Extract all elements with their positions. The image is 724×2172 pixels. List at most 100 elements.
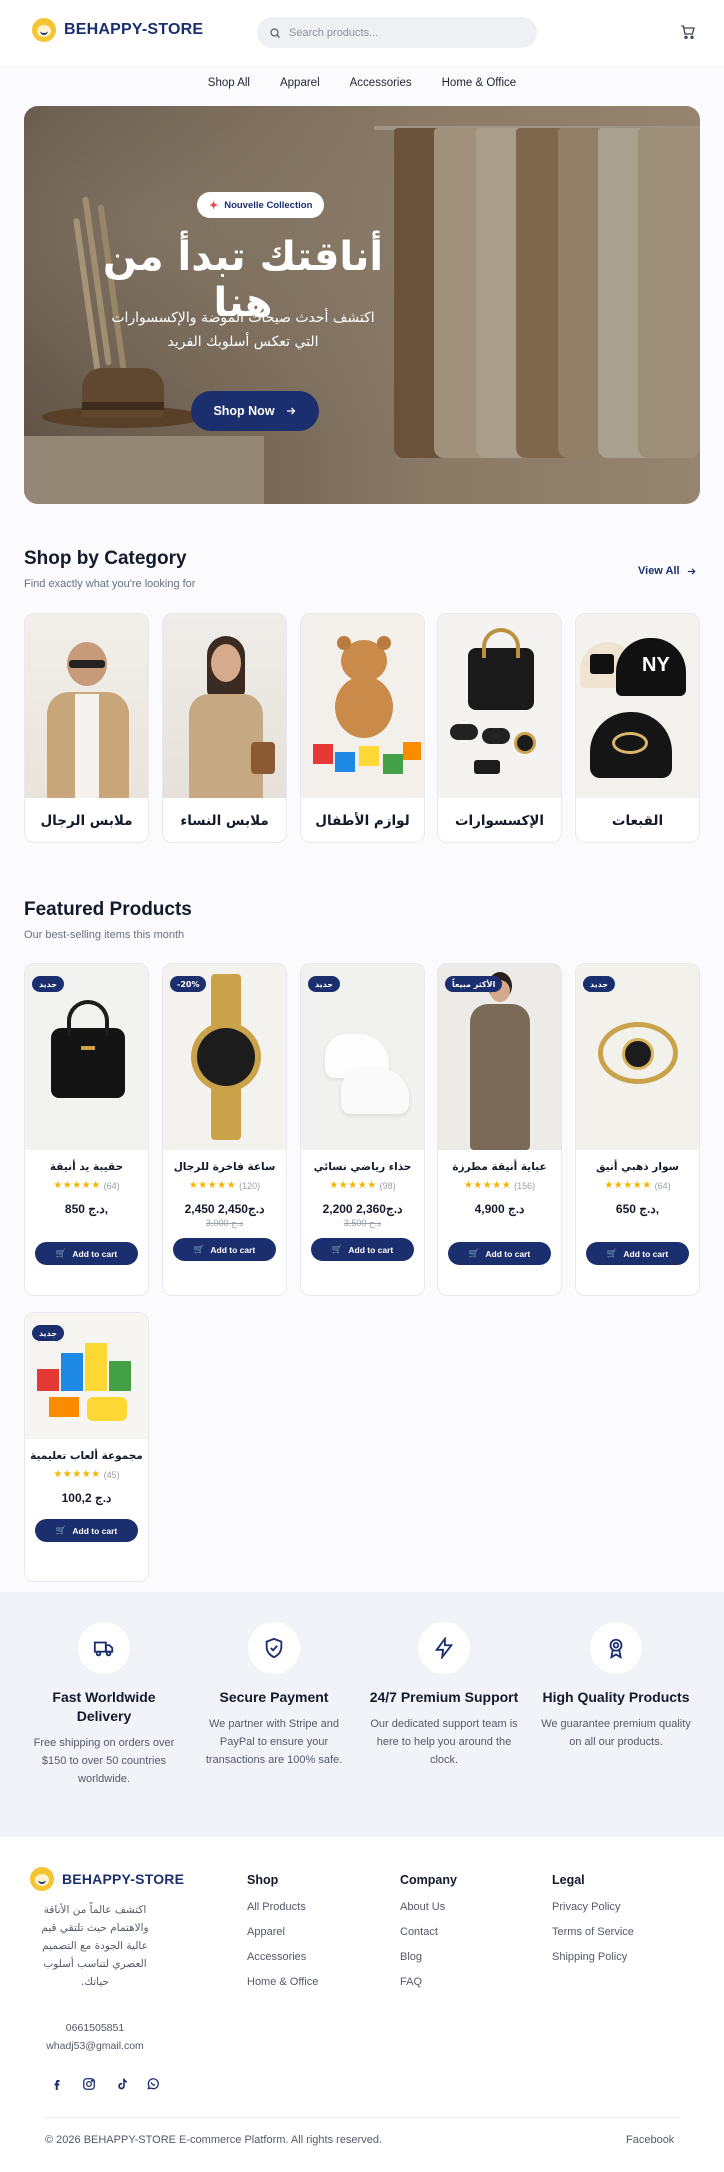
review-count: (45) <box>103 1469 120 1480</box>
star-rating-icon: ★★★★★ <box>53 1469 101 1480</box>
logo-link[interactable]: BEHAPPY-STORE <box>32 18 203 42</box>
product-name: سوار ذهبي أنيق <box>596 1161 679 1173</box>
cart-icon: 🛒 <box>193 1244 205 1254</box>
add-to-cart-button[interactable]: 🛒 Add to cart <box>448 1242 551 1265</box>
category-label: الإكسسوارات <box>454 813 545 829</box>
add-to-cart-button[interactable]: 🛒 Add to cart <box>311 1238 414 1261</box>
footer-company-column: Company About Us Contact Blog FAQ <box>400 1873 457 2001</box>
add-to-cart-label: Add to cart <box>485 1248 531 1259</box>
shield-check-icon <box>248 1622 300 1674</box>
whatsapp-icon[interactable] <box>144 2075 162 2093</box>
product-price: 4,900 د.ج <box>474 1202 525 1216</box>
product-card[interactable]: جديد حقيبة يد أنيقة ★★★★★ (64) د.ج 850, 🛒… <box>24 963 149 1296</box>
tiktok-icon[interactable] <box>112 2075 130 2093</box>
cart-icon: 🛒 <box>468 1248 480 1258</box>
footer-link-apparel[interactable]: Apparel <box>247 1926 318 1938</box>
footer-link-about[interactable]: About Us <box>400 1901 457 1913</box>
search-icon <box>270 27 280 38</box>
category-label: لوازم الأطفال <box>315 813 410 829</box>
category-image <box>25 614 148 798</box>
feature-description: We guarantee premium quality on all our … <box>541 1718 691 1748</box>
product-badge: جديد <box>308 976 341 992</box>
cart-icon: 🛒 <box>55 1248 67 1258</box>
add-to-cart-label: Add to cart <box>210 1244 256 1255</box>
category-card-kids[interactable]: لوازم الأطفال <box>300 613 425 843</box>
product-badge: الأكثر مبيعاً <box>445 976 503 992</box>
arrow-right-icon <box>286 407 295 415</box>
review-count: (64) <box>103 1180 120 1191</box>
add-to-cart-button[interactable]: 🛒 Add to cart <box>173 1238 276 1261</box>
add-to-cart-label: Add to cart <box>623 1248 669 1259</box>
category-image <box>301 614 424 798</box>
product-name: عباية أنيقة مطرزة <box>452 1161 547 1173</box>
product-rating: ★★★★★ (64) <box>25 1180 148 1191</box>
facebook-icon[interactable] <box>48 2075 66 2093</box>
social-links <box>48 2075 162 2093</box>
star-rating-icon: ★★★★★ <box>188 1180 237 1191</box>
product-name: ساعة فاخرة للرجال <box>173 1161 276 1173</box>
star-rating-icon: ★★★★★ <box>604 1180 652 1191</box>
shop-now-button[interactable]: Shop Now <box>191 391 319 431</box>
category-card-women[interactable]: ملابس النساء <box>162 613 287 843</box>
footer-logo-link[interactable]: BEHAPPY-STORE <box>30 1867 184 1891</box>
nav-accessories[interactable]: Accessories <box>350 77 412 89</box>
site-header: BEHAPPY-STORE <box>0 0 724 65</box>
product-badge: جديد <box>32 1325 65 1341</box>
product-card[interactable]: جديد حذاء رياضي نسائي ★★★★★ (98) 2,200 د.… <box>300 963 425 1296</box>
category-card-hats[interactable]: NY القبعات <box>575 613 700 843</box>
nav-apparel[interactable]: Apparel <box>280 77 320 89</box>
category-image <box>163 614 286 798</box>
instagram-icon[interactable] <box>80 2075 98 2093</box>
cart-button[interactable] <box>676 20 700 44</box>
footer-link-terms[interactable]: Terms of Service <box>552 1926 634 1938</box>
footer-link-blog[interactable]: Blog <box>400 1951 457 1963</box>
collection-badge: ✦ Nouvelle Collection <box>197 192 325 218</box>
cart-icon <box>681 25 695 39</box>
footer-link-all-products[interactable]: All Products <box>247 1901 318 1913</box>
hero-banner: ✦ Nouvelle Collection أناقتك تبدأ من هنا… <box>24 106 700 504</box>
feature-support: 24/7 Premium Support Our dedicated suppo… <box>364 1622 524 1769</box>
smiley-logo-icon <box>30 1867 54 1891</box>
product-rating: ★★★★★ (156) <box>438 1180 561 1191</box>
footer-brand-name: BEHAPPY-STORE <box>62 1871 185 1887</box>
footer-link-faq[interactable]: FAQ <box>400 1976 457 1988</box>
add-to-cart-button[interactable]: 🛒 Add to cart <box>35 1519 138 1542</box>
product-name: حقيبة يد أنيقة <box>49 1161 124 1173</box>
review-count: (64) <box>654 1180 671 1191</box>
hero-subtitle: اكتشف أحدث صيحات الموضة والإكسسوارات الت… <box>111 310 375 350</box>
view-all-link[interactable]: View All <box>638 565 697 577</box>
footer-link-accessories[interactable]: Accessories <box>247 1951 318 1963</box>
product-card[interactable]: الأكثر مبيعاً عباية أنيقة مطرزة ★★★★★ (15… <box>437 963 562 1296</box>
add-to-cart-button[interactable]: 🛒 Add to cart <box>586 1242 689 1265</box>
footer-link-home-office[interactable]: Home & Office <box>247 1976 318 1988</box>
feature-title: High Quality Products <box>542 1689 690 1705</box>
feature-description: We partner with Stripe and PayPal to ens… <box>205 1718 343 1766</box>
feature-description: Our dedicated support team is here to he… <box>370 1718 518 1766</box>
footer-shop-column: Shop All Products Apparel Accessories Ho… <box>247 1873 318 2001</box>
feature-description: Free shipping on orders over $150 to ove… <box>33 1737 175 1785</box>
footer-link-shipping[interactable]: Shipping Policy <box>552 1951 634 1963</box>
footer-link-contact[interactable]: Contact <box>400 1926 457 1938</box>
category-card-accessories[interactable]: الإكسسوارات <box>437 613 562 843</box>
footer-facebook-link[interactable]: Facebook <box>626 2134 674 2146</box>
product-price: د.ج 850, <box>64 1202 109 1216</box>
search-bar[interactable] <box>257 17 537 48</box>
nav-home-office[interactable]: Home & Office <box>442 77 517 89</box>
featured-title: Featured Products <box>24 899 192 920</box>
add-to-cart-button[interactable]: 🛒 Add to cart <box>35 1242 138 1265</box>
nav-shop-all[interactable]: Shop All <box>208 77 250 89</box>
search-input[interactable] <box>289 26 509 39</box>
product-card[interactable]: جديد مجموعة ألعاب تعليمية ★★★★★ (45) د.ج … <box>24 1312 149 1582</box>
footer-legal-column: Legal Privacy Policy Terms of Service Sh… <box>552 1873 634 1976</box>
feature-title: 24/7 Premium Support <box>369 1689 519 1705</box>
product-card[interactable]: -20% ساعة فاخرة للرجال ★★★★★ (120) 2,450 … <box>162 963 287 1296</box>
product-price: د.ج 100,2 <box>61 1491 112 1505</box>
copyright-text: © 2026 BEHAPPY-STORE E-commerce Platform… <box>45 2134 383 2146</box>
badge-text: Nouvelle Collection <box>224 199 313 211</box>
category-card-men[interactable]: ملابس الرجال <box>24 613 149 843</box>
product-old-price: د.ج 3,500 <box>343 1218 382 1228</box>
product-card[interactable]: جديد سوار ذهبي أنيق ★★★★★ (64) د.ج 650, 🛒… <box>575 963 700 1296</box>
footer-link-privacy[interactable]: Privacy Policy <box>552 1901 634 1913</box>
review-count: (98) <box>379 1180 396 1191</box>
footer-column-title: Shop <box>247 1873 279 1887</box>
